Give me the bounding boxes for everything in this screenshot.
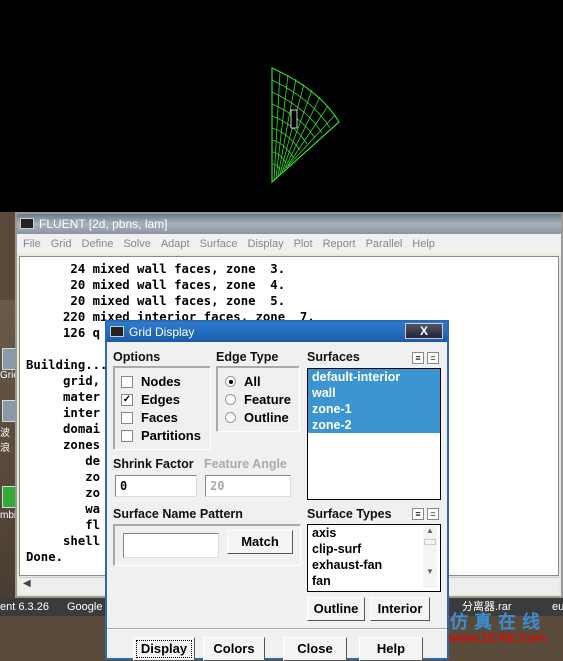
desktop-icon[interactable] — [2, 400, 16, 422]
outline-button[interactable]: Outline — [307, 597, 365, 621]
radio-all[interactable]: All — [225, 374, 261, 389]
shrink-factor-input[interactable]: 0 — [115, 475, 197, 497]
select-all-icon[interactable]: ≡ — [412, 508, 424, 520]
pattern-input[interactable] — [123, 533, 219, 558]
close-dialog-button[interactable]: Close — [283, 637, 347, 661]
menu-surface[interactable]: Surface — [200, 234, 238, 254]
grid-mesh — [271, 67, 340, 184]
radio-feature[interactable]: Feature — [225, 392, 291, 407]
dialog-title: Grid Display — [129, 325, 195, 339]
taskbar-item[interactable]: Google — [67, 598, 102, 616]
console-line: 24 mixed wall faces, zone 3. — [26, 262, 286, 276]
taskbar-item[interactable]: eu — [552, 598, 563, 616]
surface-item[interactable]: zone-2 — [308, 417, 440, 433]
dialog-title-bar[interactable]: Grid Display X — [107, 322, 447, 342]
edge-type-label: Edge Type — [216, 350, 279, 364]
checkbox-label: Edges — [141, 392, 181, 407]
checkbox-label: Partitions — [141, 428, 201, 443]
surface-item[interactable]: zone-1 — [308, 401, 440, 417]
surface-types-label: Surface Types — [307, 507, 392, 521]
feature-angle-label: Feature Angle — [204, 457, 287, 471]
select-all-icon[interactable]: ≡ — [412, 352, 424, 364]
checkbox[interactable] — [121, 375, 133, 388]
radio-outline[interactable]: Outline — [225, 410, 289, 425]
checkbox[interactable] — [121, 411, 133, 424]
vertical-scrollbar[interactable]: ▲ ▼ — [423, 526, 437, 588]
console-line: 20 mixed wall faces, zone 5. — [26, 294, 286, 308]
menu-plot[interactable]: Plot — [294, 234, 313, 254]
checkbox[interactable] — [121, 429, 133, 442]
menu-display[interactable]: Display — [248, 234, 284, 254]
radio-button[interactable] — [225, 412, 236, 423]
grid-display-dialog: Grid Display X Options Edge Type Surfaces… — [105, 320, 449, 661]
menu-adapt[interactable]: Adapt — [161, 234, 190, 254]
radio-label: Feature — [244, 392, 291, 407]
colors-button[interactable]: Colors — [203, 637, 265, 661]
shrink-factor-label: Shrink Factor — [113, 457, 194, 471]
surface-type-item[interactable]: exhaust-fan — [308, 557, 440, 573]
surface-type-item[interactable]: clip-surf — [308, 541, 440, 557]
desktop-label: mbi — [0, 510, 17, 521]
checkbox[interactable]: ✓ — [121, 393, 133, 406]
desktop-icon[interactable] — [2, 486, 16, 508]
graphics-window[interactable] — [0, 0, 563, 212]
radio-label: Outline — [244, 410, 289, 425]
match-button[interactable]: Match — [227, 530, 293, 554]
options-label: Options — [113, 350, 161, 364]
menu-grid[interactable]: Grid — [51, 234, 72, 254]
radio-button[interactable] — [225, 394, 236, 405]
divider — [107, 628, 447, 630]
deselect-all-icon[interactable]: = — [427, 352, 439, 364]
menu-parallel[interactable]: Parallel — [366, 234, 403, 254]
surface-type-item[interactable]: fan — [308, 573, 440, 589]
fluent-app-icon — [20, 218, 34, 229]
console-line: 20 mixed wall faces, zone 4. — [26, 278, 286, 292]
surface-item[interactable]: wall — [308, 385, 440, 401]
menu-solve[interactable]: Solve — [123, 234, 151, 254]
checkbox-partitions[interactable]: Partitions — [121, 428, 201, 443]
menu-help[interactable]: Help — [412, 234, 435, 254]
radio-button[interactable] — [225, 376, 236, 387]
menu-report[interactable]: Report — [323, 234, 356, 254]
menu-file[interactable]: File — [23, 234, 41, 254]
checkbox-label: Nodes — [141, 374, 181, 389]
checkbox-faces[interactable]: Faces — [121, 410, 178, 425]
radio-label: All — [244, 374, 261, 389]
window-title: FLUENT [2d, pbns, lam] — [39, 217, 168, 231]
surfaces-label: Surfaces — [307, 350, 360, 364]
surface-type-item[interactable]: axis — [308, 525, 440, 541]
menu-bar: File Grid Define Solve Adapt Surface Dis… — [17, 234, 561, 254]
watermark-url: www.1CAE.com — [448, 630, 547, 645]
help-button[interactable]: Help — [359, 637, 423, 661]
checkbox-edges[interactable]: ✓ Edges — [121, 392, 180, 407]
surface-types-list[interactable]: axis clip-surf exhaust-fan fan — [307, 524, 441, 592]
scroll-left-icon[interactable]: ◀ — [23, 578, 31, 589]
display-button[interactable]: Display — [133, 637, 195, 661]
fluent-app-icon — [110, 326, 124, 337]
close-button[interactable]: X — [405, 323, 443, 339]
surfaces-list[interactable]: default-interior wall zone-1 zone-2 — [307, 368, 441, 500]
checkbox-nodes[interactable]: Nodes — [121, 374, 181, 389]
interior-button[interactable]: Interior — [370, 597, 430, 621]
checkbox-label: Faces — [141, 410, 178, 425]
deselect-all-icon[interactable]: = — [427, 508, 439, 520]
surface-item[interactable]: default-interior — [308, 369, 440, 385]
taskbar-item[interactable]: ent 6.3.26 — [0, 598, 49, 616]
desktop-icon[interactable] — [2, 348, 16, 370]
menu-define[interactable]: Define — [82, 234, 114, 254]
feature-angle-input: 20 — [205, 475, 291, 497]
window-title-bar[interactable]: FLUENT [2d, pbns, lam] — [17, 214, 561, 234]
pattern-label: Surface Name Pattern — [113, 507, 243, 521]
